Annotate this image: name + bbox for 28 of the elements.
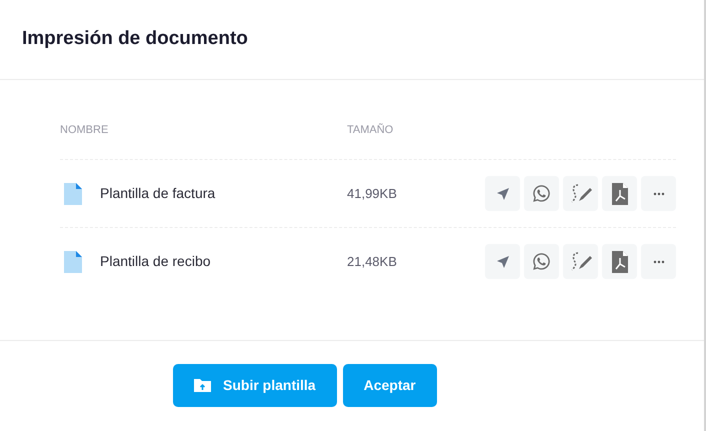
file-size: 41,99KB [347,184,398,203]
pdf-file-icon [612,182,628,204]
send-button[interactable] [485,176,520,211]
file-name: Plantilla de factura [100,184,216,203]
document-icon [64,182,82,204]
send-button[interactable] [485,244,520,279]
pdf-file-icon [612,250,628,272]
whatsapp-icon [532,252,551,271]
pdf-button[interactable] [602,244,637,279]
sign-button[interactable] [563,244,598,279]
whatsapp-button[interactable] [524,176,559,211]
upload-button[interactable]: Subir plantilla [173,364,337,406]
dialog-title: Impresión de documento [22,27,248,52]
accept-button[interactable]: Aceptar [342,364,437,406]
whatsapp-button[interactable] [524,244,559,279]
file-size: 21,48KB [347,252,398,271]
sign-button[interactable] [563,176,598,211]
whatsapp-icon [532,184,551,203]
column-header: NOMBRE [60,122,110,138]
pdf-button[interactable] [602,176,637,211]
column-header: TAMAÑO [347,122,394,138]
paper-plane-icon [496,186,510,200]
file-name: Plantilla de recibo [100,252,211,271]
folder-upload-icon [194,378,211,392]
document-icon [64,250,82,272]
more-icon [652,260,664,264]
more-icon [652,192,664,196]
paper-plane-icon [496,254,510,268]
